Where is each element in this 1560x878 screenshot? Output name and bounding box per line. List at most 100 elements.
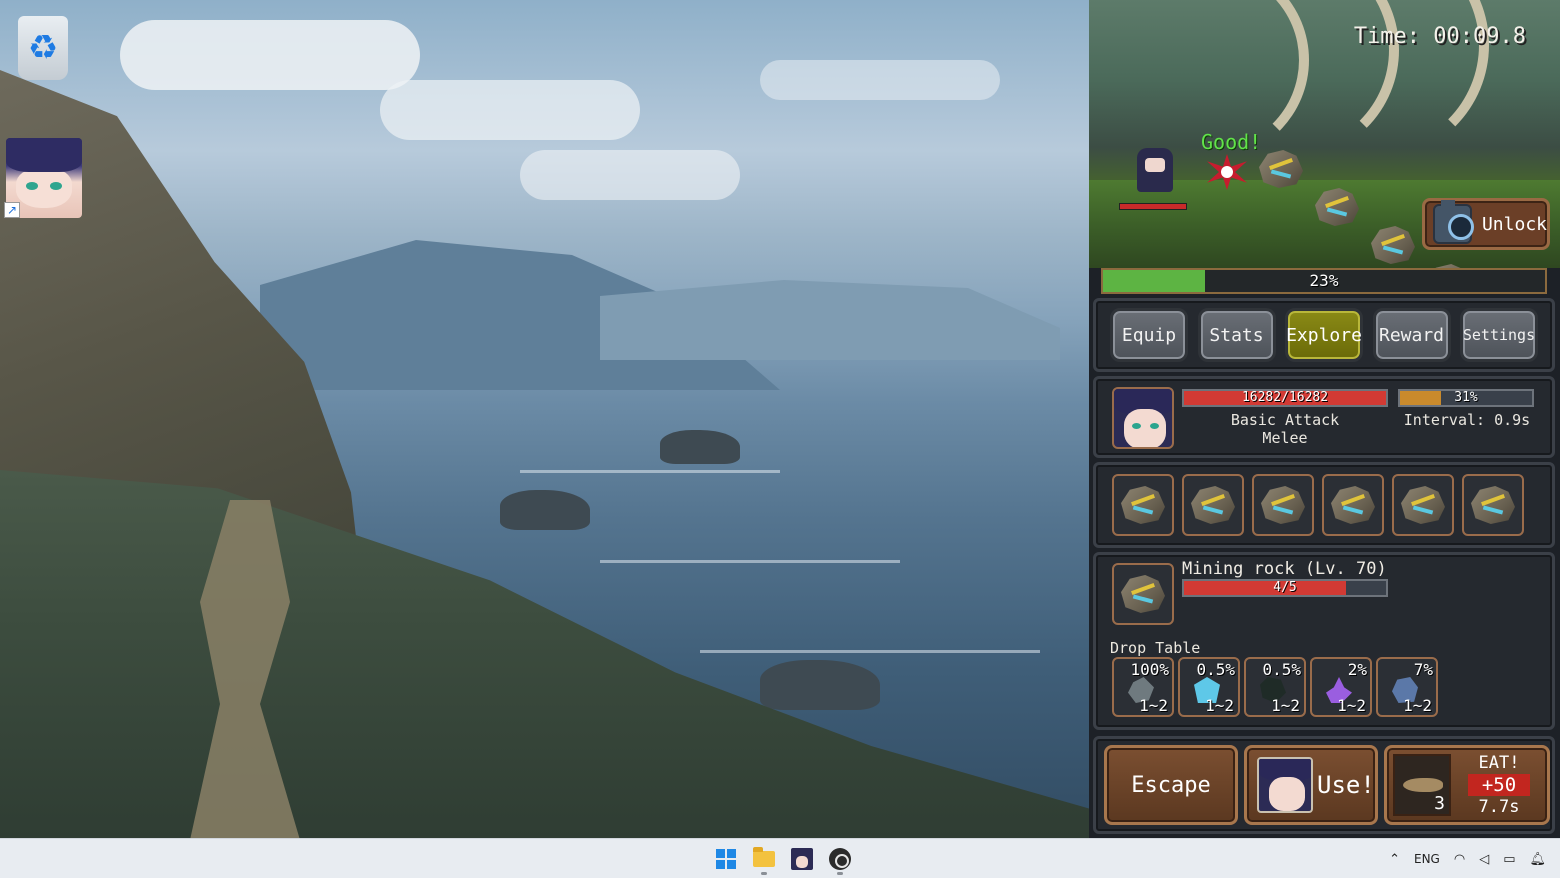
target-hp-text: 4/5 — [1273, 580, 1297, 595]
mining-rock-icon — [1261, 486, 1305, 524]
tab-settings[interactable]: Settings — [1460, 308, 1538, 362]
taskbar: ⌃ ENG ◠ ◁ ▭ 🔔︎ — [0, 838, 1560, 878]
game-shortcut-desktop-icon[interactable]: ↗ — [4, 136, 84, 220]
drop-item[interactable]: 2% 1~2 — [1310, 657, 1372, 717]
attack-charge-bar: 31% — [1398, 389, 1534, 407]
tab-explore[interactable]: Explore — [1285, 308, 1363, 362]
sea-rock — [760, 660, 880, 710]
cloud — [120, 20, 420, 90]
attack-type: Melee — [1262, 429, 1308, 447]
enemy-slot[interactable] — [1182, 474, 1244, 536]
battle-timer: Time: 00:09.8 — [1353, 24, 1526, 49]
enemy-slot[interactable] — [1392, 474, 1454, 536]
distant-headland — [600, 280, 1060, 360]
unlock-label: Unlock — [1481, 213, 1547, 235]
drop-table-label: Drop Table — [1110, 639, 1201, 657]
food-count: 3 — [1434, 793, 1445, 814]
enemy-slot[interactable] — [1322, 474, 1384, 536]
system-tray: ⌃ ENG ◠ ◁ ▭ 🔔︎ — [1389, 839, 1546, 878]
battery-icon[interactable]: ▭ — [1503, 852, 1515, 867]
wifi-icon[interactable]: ◠ — [1454, 852, 1465, 867]
eat-title: EAT! — [1478, 753, 1520, 773]
eye — [50, 182, 62, 190]
sea-glint — [600, 560, 900, 563]
player-hp-text: 16282/16282 — [1241, 390, 1329, 405]
sea-glint — [700, 650, 1040, 653]
tab-equip[interactable]: Equip — [1110, 308, 1188, 362]
mining-rock-icon — [1471, 486, 1515, 524]
drop-chance: 7% — [1413, 660, 1433, 679]
unlock-camera-button[interactable]: Unlock — [1422, 198, 1550, 250]
target-panel: Mining rock (Lv. 70) 4/5 Drop Table 100%… — [1093, 552, 1555, 730]
start-button[interactable] — [710, 843, 742, 875]
eat-cooldown: 7.7s — [1478, 797, 1520, 817]
progress-label: 23% — [1309, 271, 1339, 290]
hit-feedback-text: Good! — [1201, 130, 1262, 154]
eat-food-button[interactable]: 3 EAT! +50 7.7s — [1384, 745, 1550, 825]
obs-icon — [829, 848, 851, 870]
main-nav: Equip Stats Explore Reward Settings — [1093, 298, 1555, 372]
drop-qty: 1~2 — [1205, 696, 1234, 715]
tab-reward[interactable]: Reward — [1372, 308, 1451, 362]
battle-scene: Time: 00:09.8 Good! Unlock — [1089, 0, 1560, 268]
game-window: Time: 00:09.8 Good! Unlock 23% Equip Sta… — [1089, 0, 1560, 838]
language-indicator[interactable]: ENG — [1414, 852, 1440, 866]
drop-table: 100% 1~2 0.5% 1~2 0.5% 1~2 2% 1~2 7% 1~2 — [1112, 657, 1438, 717]
enemy-queue — [1093, 462, 1555, 548]
target-hp-bar: 4/5 — [1182, 579, 1388, 597]
escape-button[interactable]: Escape — [1104, 745, 1238, 825]
cloud — [380, 80, 640, 140]
skill-portrait-icon — [1257, 757, 1313, 813]
exploration-progress-bar: 23% — [1101, 268, 1547, 294]
target-name: Mining rock (Lv. 70) — [1182, 559, 1387, 579]
mining-rock-icon — [1401, 486, 1445, 524]
chevron-up-icon[interactable]: ⌃ — [1389, 852, 1400, 867]
use-skill-button[interactable]: Use! — [1244, 745, 1378, 825]
drop-item[interactable]: 100% 1~2 — [1112, 657, 1174, 717]
drop-qty: 1~2 — [1403, 696, 1432, 715]
game-app-button[interactable] — [786, 843, 818, 875]
action-bar: Escape Use! 3 EAT! +50 7.7s — [1093, 736, 1555, 834]
drop-item[interactable]: 7% 1~2 — [1376, 657, 1438, 717]
attack-interval: Interval: 0.9s — [1403, 411, 1531, 429]
sea-rock — [500, 490, 590, 530]
eye — [26, 182, 38, 190]
speaker-icon[interactable]: ◁ — [1479, 852, 1489, 867]
enemy-slot[interactable] — [1462, 474, 1524, 536]
file-explorer-button[interactable] — [748, 843, 780, 875]
file-explorer-icon — [753, 847, 775, 867]
player-hp-mini-bar — [1119, 203, 1187, 210]
attack-name: Basic Attack — [1230, 411, 1340, 429]
cloud — [760, 60, 1000, 100]
drop-chance: 0.5% — [1196, 660, 1235, 679]
drop-chance: 2% — [1347, 660, 1367, 679]
use-label: Use! — [1317, 771, 1375, 799]
windows-start-icon — [716, 849, 736, 869]
mining-rock-icon — [1331, 486, 1375, 524]
enemy-slot[interactable] — [1252, 474, 1314, 536]
obs-button[interactable] — [824, 843, 856, 875]
player-sprite — [1137, 148, 1173, 192]
drop-qty: 1~2 — [1271, 696, 1300, 715]
camera-icon — [1433, 200, 1474, 244]
eat-info: EAT! +50 7.7s — [1451, 752, 1547, 818]
drop-item[interactable]: 0.5% 1~2 — [1244, 657, 1306, 717]
game-app-icon — [791, 848, 813, 870]
notification-bell-icon[interactable]: 🔔︎ — [1529, 852, 1546, 867]
desktop-wallpaper: ♻ ↗ — [0, 0, 1089, 838]
tab-stats[interactable]: Stats — [1197, 308, 1276, 362]
mining-rock-icon — [1121, 575, 1165, 613]
attack-charge-text: 31% — [1454, 390, 1478, 405]
cloud — [520, 150, 740, 200]
enemy-slot[interactable] — [1112, 474, 1174, 536]
player-hp-bar: 16282/16282 — [1182, 389, 1388, 407]
player-portrait-icon — [1112, 387, 1174, 449]
mining-rock-icon — [1121, 486, 1165, 524]
sea-rock — [660, 430, 740, 464]
mining-rock-icon — [1191, 486, 1235, 524]
drop-item[interactable]: 0.5% 1~2 — [1178, 657, 1240, 717]
taskbar-apps — [710, 843, 856, 875]
recycle-bin-desktop-icon[interactable]: ♻ — [8, 8, 78, 88]
target-portrait — [1112, 563, 1174, 625]
recycle-bin-icon: ♻ — [18, 16, 68, 80]
